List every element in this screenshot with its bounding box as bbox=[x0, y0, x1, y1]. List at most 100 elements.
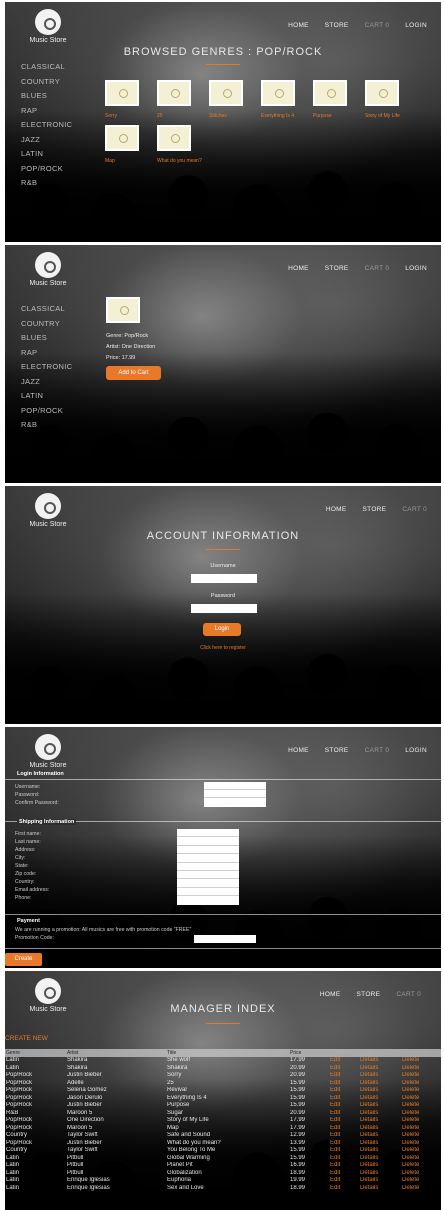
nav-home[interactable]: HOME bbox=[288, 747, 309, 754]
details-link[interactable]: Details bbox=[360, 1117, 402, 1125]
delete-link[interactable]: Delete bbox=[402, 1072, 441, 1080]
create-new-link[interactable]: CREATE NEW bbox=[5, 1035, 48, 1042]
genre-link-latin[interactable]: LATIN bbox=[21, 389, 72, 404]
delete-link[interactable]: Delete bbox=[402, 1065, 441, 1073]
delete-link[interactable]: Delete bbox=[402, 1177, 441, 1185]
genre-link-poprock[interactable]: POP/ROCK bbox=[21, 404, 72, 419]
email-field[interactable] bbox=[177, 888, 239, 897]
details-link[interactable]: Details bbox=[360, 1125, 402, 1133]
genre-link-rap[interactable]: RAP bbox=[21, 346, 72, 361]
logo[interactable]: Music Store bbox=[25, 252, 71, 287]
username-input[interactable] bbox=[191, 574, 257, 583]
login-button[interactable]: Login bbox=[203, 623, 241, 636]
logo[interactable]: Music Store bbox=[25, 734, 71, 769]
delete-link[interactable]: Delete bbox=[402, 1087, 441, 1095]
delete-link[interactable]: Delete bbox=[402, 1170, 441, 1178]
genre-link-latin[interactable]: LATIN bbox=[21, 147, 72, 162]
details-link[interactable]: Details bbox=[360, 1080, 402, 1088]
edit-link[interactable]: Edit bbox=[330, 1185, 360, 1193]
album-title-link[interactable]: Sorry bbox=[105, 113, 117, 119]
edit-link[interactable]: Edit bbox=[330, 1095, 360, 1103]
nav-cart[interactable]: CART 0 bbox=[402, 506, 427, 513]
album-art[interactable] bbox=[313, 80, 347, 106]
genre-link-rap[interactable]: RAP bbox=[21, 104, 72, 119]
details-link[interactable]: Details bbox=[360, 1147, 402, 1155]
details-link[interactable]: Details bbox=[360, 1065, 402, 1073]
album-art[interactable] bbox=[157, 80, 191, 106]
genre-link-classical[interactable]: CLASSICAL bbox=[21, 60, 72, 75]
details-link[interactable]: Details bbox=[360, 1155, 402, 1163]
delete-link[interactable]: Delete bbox=[402, 1162, 441, 1170]
zip-code-field[interactable] bbox=[177, 871, 239, 880]
nav-cart[interactable]: CART 0 bbox=[365, 747, 390, 754]
logo[interactable]: Music Store bbox=[25, 9, 71, 44]
edit-link[interactable]: Edit bbox=[330, 1080, 360, 1088]
details-link[interactable]: Details bbox=[360, 1057, 402, 1065]
album-title-link[interactable]: Everything Is 4 bbox=[261, 113, 294, 119]
state-field[interactable] bbox=[177, 863, 239, 871]
address-field[interactable] bbox=[177, 846, 239, 855]
delete-link[interactable]: Delete bbox=[402, 1057, 441, 1065]
edit-link[interactable]: Edit bbox=[330, 1087, 360, 1095]
delete-link[interactable]: Delete bbox=[402, 1147, 441, 1155]
details-link[interactable]: Details bbox=[360, 1102, 402, 1110]
album-title-link[interactable]: What do you mean? bbox=[157, 158, 202, 164]
password-input[interactable] bbox=[191, 604, 257, 613]
details-link[interactable]: Details bbox=[360, 1170, 402, 1178]
city-field[interactable] bbox=[177, 854, 239, 863]
album-art[interactable] bbox=[365, 80, 399, 106]
details-link[interactable]: Details bbox=[360, 1087, 402, 1095]
edit-link[interactable]: Edit bbox=[330, 1140, 360, 1148]
edit-link[interactable]: Edit bbox=[330, 1155, 360, 1163]
nav-cart[interactable]: CART 0 bbox=[365, 22, 390, 29]
edit-link[interactable]: Edit bbox=[330, 1162, 360, 1170]
genre-link-jazz[interactable]: JAZZ bbox=[21, 133, 72, 148]
last-name-field[interactable] bbox=[177, 837, 239, 846]
genre-link-country[interactable]: COUNTRY bbox=[21, 75, 72, 90]
nav-login[interactable]: LOGIN bbox=[405, 22, 427, 29]
genre-link-rnb[interactable]: R&B bbox=[21, 176, 72, 191]
nav-store[interactable]: STORE bbox=[325, 22, 349, 29]
details-link[interactable]: Details bbox=[360, 1132, 402, 1140]
album-title-link[interactable]: Purpose bbox=[313, 113, 332, 119]
genre-link-rnb[interactable]: R&B bbox=[21, 418, 72, 433]
edit-link[interactable]: Edit bbox=[330, 1065, 360, 1073]
genre-link-electronic[interactable]: ELECTRONIC bbox=[21, 118, 72, 133]
delete-link[interactable]: Delete bbox=[402, 1125, 441, 1133]
delete-link[interactable]: Delete bbox=[402, 1110, 441, 1118]
details-link[interactable]: Details bbox=[360, 1185, 402, 1193]
logo[interactable]: Music Store bbox=[25, 493, 71, 528]
delete-link[interactable]: Delete bbox=[402, 1185, 441, 1193]
edit-link[interactable]: Edit bbox=[330, 1170, 360, 1178]
delete-link[interactable]: Delete bbox=[402, 1132, 441, 1140]
genre-link-electronic[interactable]: ELECTRONIC bbox=[21, 360, 72, 375]
password-field[interactable] bbox=[204, 790, 266, 798]
edit-link[interactable]: Edit bbox=[330, 1102, 360, 1110]
album-title-link[interactable]: Map bbox=[105, 158, 115, 164]
edit-link[interactable]: Edit bbox=[330, 1057, 360, 1065]
genre-link-country[interactable]: COUNTRY bbox=[21, 317, 72, 332]
country-field[interactable] bbox=[177, 879, 239, 888]
nav-home[interactable]: HOME bbox=[288, 265, 309, 272]
nav-login[interactable]: LOGIN bbox=[405, 747, 427, 754]
nav-login[interactable]: LOGIN bbox=[405, 265, 427, 272]
register-link[interactable]: Click here to register bbox=[5, 645, 441, 651]
details-link[interactable]: Details bbox=[360, 1095, 402, 1103]
details-link[interactable]: Details bbox=[360, 1177, 402, 1185]
delete-link[interactable]: Delete bbox=[402, 1140, 441, 1148]
edit-link[interactable]: Edit bbox=[330, 1125, 360, 1133]
edit-link[interactable]: Edit bbox=[330, 1110, 360, 1118]
album-art[interactable] bbox=[105, 80, 139, 106]
first-name-field[interactable] bbox=[177, 829, 239, 838]
delete-link[interactable]: Delete bbox=[402, 1080, 441, 1088]
genre-link-jazz[interactable]: JAZZ bbox=[21, 375, 72, 390]
phone-field[interactable] bbox=[177, 896, 239, 904]
genre-link-blues[interactable]: BLUES bbox=[21, 89, 72, 104]
nav-store[interactable]: STORE bbox=[363, 506, 387, 513]
add-to-cart-button[interactable]: Add to Cart bbox=[106, 366, 161, 380]
nav-home[interactable]: HOME bbox=[288, 22, 309, 29]
nav-store[interactable]: STORE bbox=[325, 265, 349, 272]
edit-link[interactable]: Edit bbox=[330, 1117, 360, 1125]
delete-link[interactable]: Delete bbox=[402, 1095, 441, 1103]
promo-code-input[interactable] bbox=[194, 935, 256, 943]
